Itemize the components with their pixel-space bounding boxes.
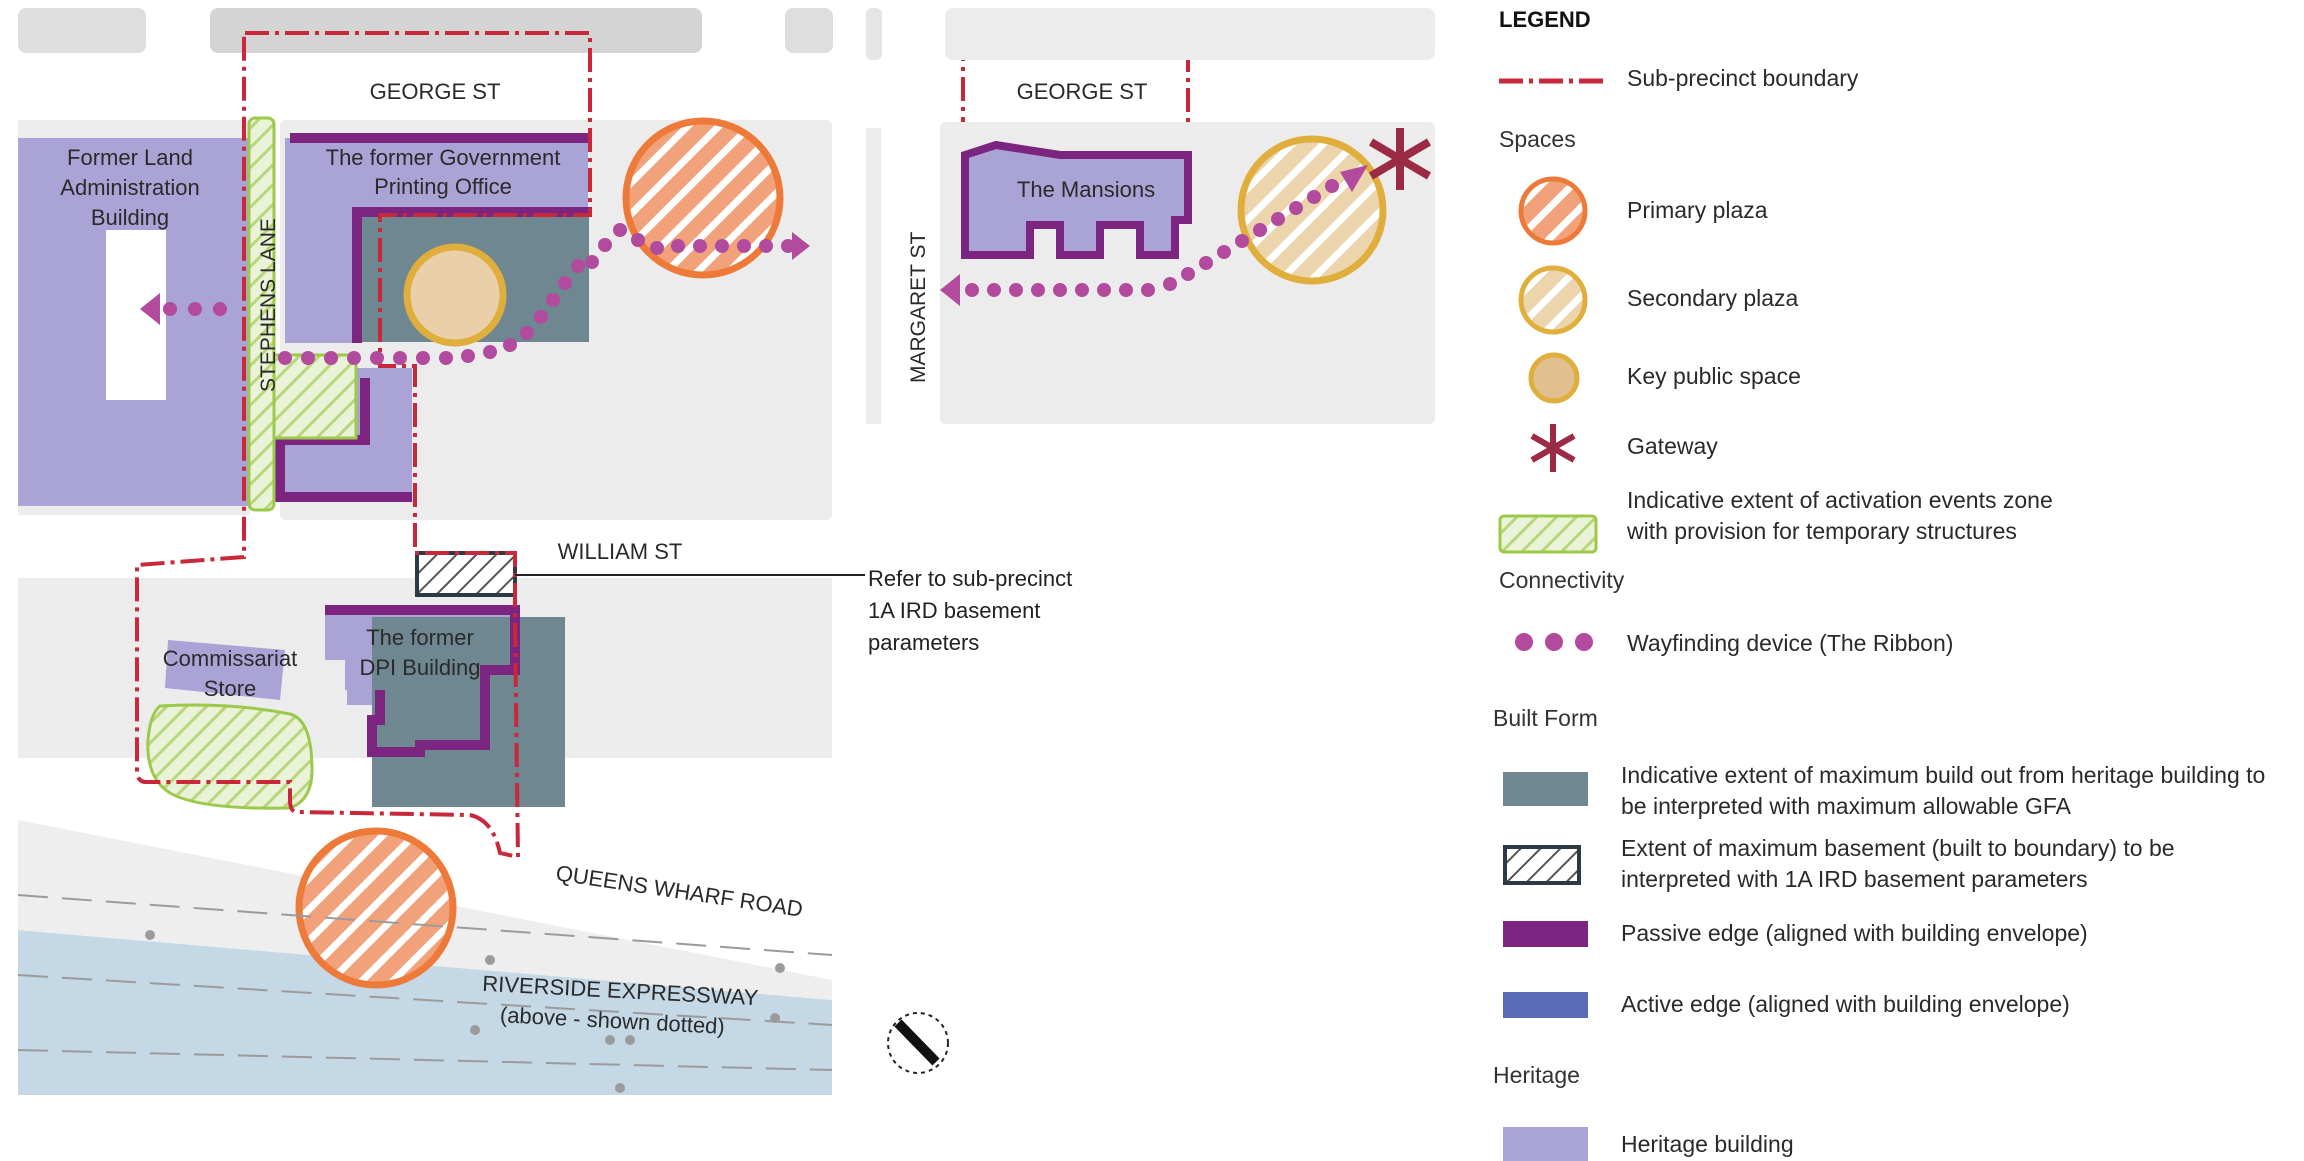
boundary-swatch [1499,78,1607,84]
label-land-admin-3: Building [91,205,169,230]
activation-printing-office-corner[interactable] [272,353,358,440]
block-top-right-a [866,8,882,60]
secondary-plaza-swatch [1518,265,1588,335]
legend-gateway: Gateway [1627,433,1718,459]
key-public-space[interactable] [403,243,507,347]
label-commissariat-1: Commissariat [163,646,297,671]
label-dpi-1: The former [366,625,474,650]
legend-built-form-heading: Built Form [1493,705,1598,731]
label-land-admin-2: Administration [60,175,199,200]
left-bottom-whitespace [0,1095,900,1161]
active-edge-swatch [1503,992,1588,1018]
passive-edge-swatch [1503,921,1588,947]
legend-basement: Extent of maximum basement (built to bou… [1621,833,2175,895]
basement-callout: Refer to sub-precinct 1A IRD basement pa… [868,563,1072,659]
label-margaret-st: MARGARET ST [907,232,930,383]
label-george-st-left: GEORGE ST [370,79,501,104]
gateway-swatch [1530,424,1576,472]
legend-basement-line-2: interpreted with 1A IRD basement paramet… [1621,866,2088,892]
legend-primary-plaza: Primary plaza [1627,197,1768,223]
legend-activation: Indicative extent of activation events z… [1627,485,2053,547]
block-top-left-3 [785,8,833,53]
max-buildout-swatch [1503,772,1588,806]
label-printing-office-1: The former Government [326,145,561,170]
legend-boundary-label: Sub-precinct boundary [1627,65,1859,91]
label-william-st: WILLIAM ST [558,539,683,564]
callout-line-3: parameters [868,630,980,655]
legend-heritage-building: Heritage building [1621,1131,1794,1157]
callout-line-1: Refer to sub-precinct [868,566,1073,591]
legend-spaces-heading: Spaces [1499,126,1576,152]
primary-plaza-swatch [1518,176,1588,246]
north-arrow-icon [887,1012,949,1074]
legend-panel: LEGEND Sub-precinct boundary Spaces Prim… [1490,0,2304,1161]
legend-secondary-plaza: Secondary plaza [1627,285,1799,311]
wayfinding-swatch [1515,633,1593,651]
legend-max-buildout: Indicative extent of maximum build out f… [1621,760,2265,822]
basement-swatch [1503,845,1581,885]
label-george-st-right: GEORGE ST [1017,79,1148,104]
secondary-plaza-east[interactable] [1237,135,1387,285]
activation-swatch [1498,514,1598,554]
block-top-left-1 [18,8,146,53]
label-mansions: The Mansions [1017,177,1155,202]
legend-basement-line-1: Extent of maximum basement (built to bou… [1621,835,2175,861]
legend-wayfinding: Wayfinding device (The Ribbon) [1627,630,1954,656]
activation-commissariat[interactable] [146,703,314,810]
label-stephens-lane: STEPHENS LANE [257,218,280,392]
heritage-swatch [1503,1127,1588,1161]
basement-extent[interactable] [415,551,517,597]
precinct-map: GEORGE ST GEORGE ST WILLIAM ST STEPHENS … [0,8,1435,1161]
block-top-right-b [945,8,1435,60]
legend-max-buildout-line-1: Indicative extent of maximum build out f… [1621,762,2266,788]
legend-passive-edge: Passive edge (aligned with building enve… [1621,920,2088,946]
primary-plaza-south[interactable] [295,827,457,989]
label-commissariat-2: Store [204,676,257,701]
label-land-admin-1: Former Land [67,145,193,170]
legend-key-public-space: Key public space [1627,363,1801,389]
legend-heritage-heading: Heritage [1493,1062,1580,1088]
label-printing-office-2: Printing Office [374,174,512,199]
callout-line-2: 1A IRD basement [868,598,1041,623]
block-left-strip [866,128,881,424]
legend-active-edge: Active edge (aligned with building envel… [1621,991,2070,1017]
legend-activation-line-2: with provision for temporary structures [1627,518,2017,544]
label-dpi-2: DPI Building [359,655,480,680]
key-public-space-swatch [1528,352,1580,404]
legend-max-buildout-line-2: be interpreted with maximum allowable GF… [1621,793,2071,819]
legend-activation-line-1: Indicative extent of activation events z… [1627,487,2053,513]
block-top-left-2 [210,8,702,53]
legend-connectivity-heading: Connectivity [1499,567,1625,593]
dpi-small-block [347,680,372,705]
legend-title: LEGEND [1499,7,1591,32]
